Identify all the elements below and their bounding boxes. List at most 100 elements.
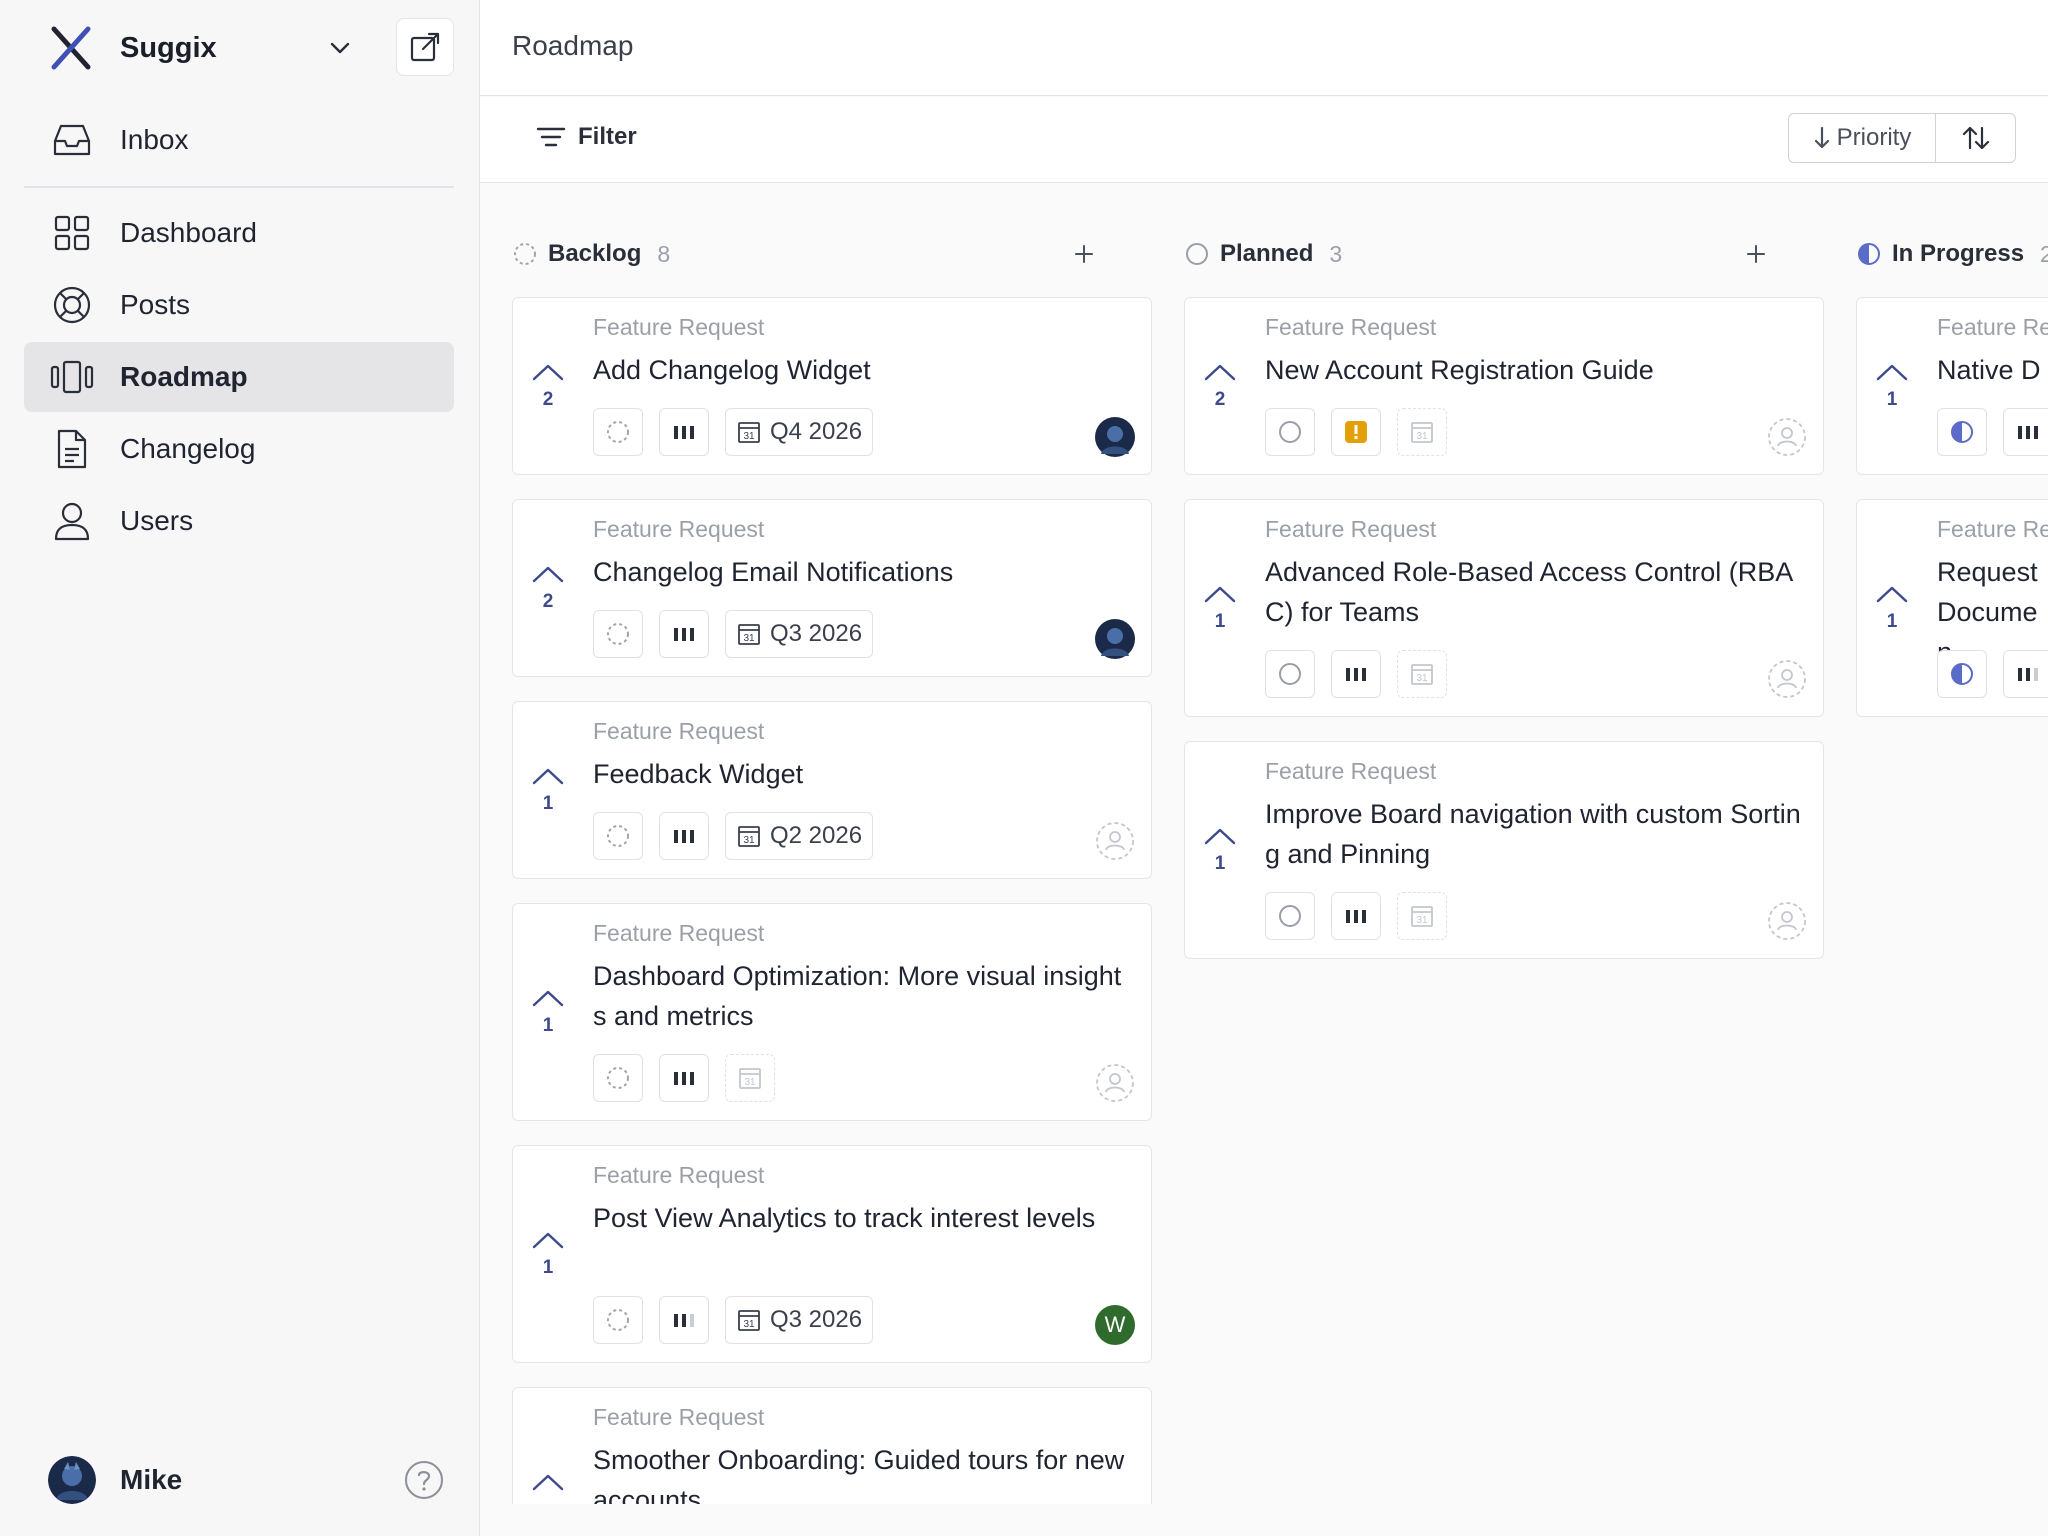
priority-chip[interactable] [2003, 408, 2048, 456]
sidebar-item-dashboard[interactable]: Dashboard [24, 198, 454, 268]
target-date-chip[interactable]: 31 [725, 1054, 775, 1102]
target-date-chip[interactable]: 31 Q2 2026 [725, 812, 874, 860]
status-chip[interactable] [1265, 892, 1315, 940]
unassigned-avatar-icon[interactable] [1095, 1063, 1135, 1103]
priority-chip[interactable] [659, 408, 709, 456]
upvote-button[interactable]: 1 [1875, 584, 1909, 633]
status-chip[interactable] [1265, 408, 1315, 456]
svg-text:31: 31 [744, 1077, 756, 1088]
plus-icon[interactable] [1742, 240, 1770, 268]
card-type: Feature Request [1937, 516, 2048, 542]
card-type: Feature Request [593, 920, 765, 946]
open-external-button[interactable] [396, 18, 454, 76]
sort-direction-button[interactable] [1936, 114, 2015, 162]
upvote-button[interactable]: 1 [531, 988, 565, 1037]
card-properties [1937, 650, 2048, 698]
help-icon[interactable] [404, 1460, 444, 1500]
roadmap-card[interactable]: 1 Feature Request Advanced Role-Based Ac… [1184, 499, 1824, 717]
status-chip[interactable] [593, 1054, 643, 1102]
sidebar-item-users[interactable]: Users [24, 486, 454, 556]
priority-chip[interactable] [1331, 892, 1381, 940]
sort-field-button[interactable]: Priority [1789, 114, 1936, 162]
avatar[interactable]: W [1095, 1305, 1135, 1345]
card-properties: 31 [1265, 408, 1463, 456]
target-date: Q3 2026 [770, 620, 863, 647]
sidebar-item-inbox[interactable]: Inbox [24, 105, 454, 175]
target-date-chip[interactable]: 31 Q3 2026 [725, 1296, 874, 1344]
upvote-button[interactable]: 1 [1875, 362, 1909, 411]
target-date: Q3 2026 [770, 1306, 863, 1333]
roadmap-card[interactable]: 2 Feature Request Add Changelog Widget 3… [512, 297, 1152, 475]
planned-status-icon [1279, 905, 1301, 927]
unassigned-avatar-icon[interactable] [1095, 821, 1135, 861]
upvote-button[interactable]: 2 [531, 362, 565, 411]
user-menu[interactable]: Mike [24, 1450, 454, 1510]
sidebar-item-label: Changelog [120, 433, 256, 464]
priority-chip[interactable] [659, 812, 709, 860]
sidebar-item-changelog[interactable]: Changelog [24, 414, 454, 484]
target-date-chip[interactable]: 31 [1397, 650, 1447, 698]
column-count: 8 [657, 240, 671, 267]
priority-chip[interactable] [1331, 408, 1381, 456]
avatar[interactable] [1095, 619, 1135, 659]
upvote-button[interactable]: 1 [531, 1230, 565, 1279]
chevron-down-icon[interactable] [324, 32, 356, 64]
roadmap-card[interactable]: 1 Feature Request Request Documen [1856, 499, 2048, 717]
sidebar-item-roadmap[interactable]: Roadmap [24, 342, 454, 412]
roadmap-card[interactable]: 1 Feature Request Dashboard Optimization… [512, 903, 1152, 1121]
upvote-button[interactable]: 1 [1203, 826, 1237, 875]
sidebar-item-posts[interactable]: Posts [24, 270, 454, 340]
svg-text:31: 31 [743, 431, 755, 442]
filter-button[interactable]: Filter [536, 123, 637, 151]
target-date-chip[interactable]: 31 Q3 2026 [725, 610, 874, 658]
priority-chip[interactable] [659, 610, 709, 658]
roadmap-card[interactable]: Feature Request Smoother Onboarding: Gui… [512, 1387, 1152, 1504]
target-date-chip[interactable]: 31 Q4 2026 [725, 408, 874, 456]
roadmap-card[interactable]: 1 Feature Request Feedback Widget 31 Q2 2… [512, 701, 1152, 879]
upvote-button[interactable]: 1 [1203, 584, 1237, 633]
target-date-chip[interactable]: 31 [1397, 408, 1447, 456]
priority-chip[interactable] [659, 1054, 709, 1102]
upvote-button[interactable]: 2 [1203, 362, 1237, 411]
roadmap-card[interactable]: 1 Feature Request Post View Analytics to… [512, 1145, 1152, 1363]
urgent-priority-icon [1345, 421, 1367, 443]
in-progress-status-icon [1951, 663, 1973, 685]
roadmap-card[interactable]: 1 Feature Request Improve Board navigati… [1184, 741, 1824, 959]
card-title: Native D [1937, 355, 2041, 385]
upvote-button[interactable]: 1 [531, 766, 565, 815]
status-chip[interactable] [593, 610, 643, 658]
roadmap-card[interactable]: 2 Feature Request Changelog Email Notifi… [512, 499, 1152, 677]
avatar [48, 1456, 96, 1504]
priority-chip[interactable] [2003, 650, 2048, 698]
priority-chip[interactable] [659, 1296, 709, 1344]
roadmap-card[interactable]: 2 Feature Request New Account Registrati… [1184, 297, 1824, 475]
status-chip[interactable] [1937, 408, 1987, 456]
sidebar-item-label: Inbox [120, 124, 189, 155]
column-header: Backlog 8 [480, 234, 1120, 274]
sidebar: Suggix Inbox Dashboard Posts Roadmap Cha… [0, 0, 480, 1536]
calendar-icon: 31 [738, 826, 760, 847]
unassigned-avatar-icon[interactable] [1767, 659, 1807, 699]
upvote-button[interactable] [531, 1472, 565, 1499]
roadmap-card[interactable]: 1 Feature Request Native D [1856, 297, 2048, 475]
avatar[interactable] [1095, 417, 1135, 457]
backlog-status-icon [607, 1067, 629, 1089]
priority-chip[interactable] [1331, 650, 1381, 698]
unassigned-avatar-icon[interactable] [1767, 901, 1807, 941]
status-chip[interactable] [593, 408, 643, 456]
status-chip[interactable] [1937, 650, 1987, 698]
status-chip[interactable] [593, 1296, 643, 1344]
sort-field-label: Priority [1836, 124, 1912, 151]
plus-icon[interactable] [1070, 240, 1098, 268]
card-title: Add Changelog Widget [593, 355, 871, 385]
workspace-switcher[interactable]: Suggix [24, 18, 454, 78]
upvote-button[interactable]: 2 [531, 564, 565, 613]
svg-text:31: 31 [1416, 915, 1428, 926]
status-chip[interactable] [593, 812, 643, 860]
unassigned-avatar-icon[interactable] [1767, 417, 1807, 457]
in-progress-status-icon [1858, 243, 1880, 265]
target-date-chip[interactable]: 31 [1397, 892, 1447, 940]
sidebar-item-label: Users [120, 505, 194, 536]
status-chip[interactable] [1265, 650, 1315, 698]
card-type: Feature Request [1265, 758, 1437, 784]
